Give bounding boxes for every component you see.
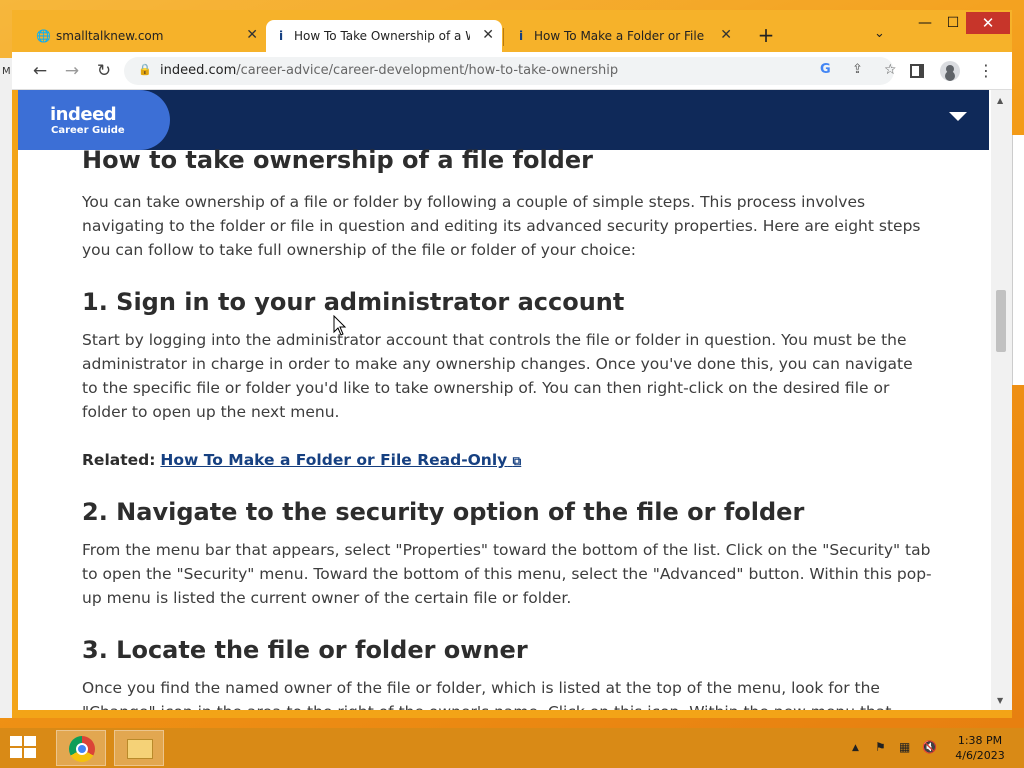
chevron-down-icon[interactable]: ⌄ bbox=[874, 26, 885, 41]
profile-avatar-icon[interactable] bbox=[940, 61, 960, 81]
intro-paragraph: You can take ownership of a file or fold… bbox=[82, 193, 921, 259]
site-header: indeed Career Guide bbox=[18, 90, 989, 150]
forward-arrow-icon[interactable]: → bbox=[61, 60, 83, 82]
lock-icon[interactable]: 🔒 bbox=[138, 63, 152, 76]
logo-wordmark: indeed bbox=[50, 104, 117, 125]
close-window-button[interactable]: ✕ bbox=[966, 12, 1010, 34]
tab-close-icon[interactable]: ✕ bbox=[246, 27, 258, 43]
step-paragraph: Start by logging into the administrator … bbox=[82, 331, 913, 421]
taskbar-chrome-button[interactable] bbox=[56, 730, 106, 766]
background-window-edge-right bbox=[1012, 135, 1024, 385]
background-window-text: M bbox=[2, 66, 11, 77]
step-heading: 2. Navigate to the security option of th… bbox=[82, 498, 805, 526]
tab-separator bbox=[503, 28, 504, 46]
step-paragraph: Once you find the named owner of the fil… bbox=[82, 679, 891, 710]
url-path: /career-advice/career-development/how-to… bbox=[236, 63, 619, 78]
browser-window: 🌐 smalltalknew.com ✕ ⅰ How To Take Owner… bbox=[12, 10, 1012, 718]
taskbar-file-explorer-button[interactable] bbox=[114, 730, 164, 766]
volume-muted-icon[interactable]: 🔇 bbox=[922, 740, 937, 754]
page-viewport: indeed Career Guide How to take ownershi… bbox=[18, 90, 1012, 710]
step-paragraph: From the menu bar that appears, select "… bbox=[82, 541, 932, 607]
reload-icon[interactable]: ↻ bbox=[93, 60, 115, 82]
clock-time: 1:38 PM bbox=[957, 734, 1003, 747]
indeed-icon: ⅰ bbox=[518, 29, 524, 43]
section-heading: How to take ownership of a file folder bbox=[82, 146, 593, 174]
more-menu-icon[interactable]: ⋮ bbox=[978, 61, 994, 80]
related-article-link[interactable]: How To Make a Folder or File Read-Only ⧉ bbox=[160, 451, 521, 469]
mouse-cursor-icon bbox=[333, 314, 347, 337]
tab-title: How To Make a Folder or File Rea bbox=[534, 29, 708, 43]
taskbar: ▲ ⚑ ▦ 🔇 1:38 PM 4/6/2023 bbox=[0, 728, 1024, 768]
tab-title: smalltalknew.com bbox=[56, 29, 164, 43]
step-heading: 3. Locate the file or folder owner bbox=[82, 636, 528, 664]
address-bar[interactable]: 🔒 indeed.com/career-advice/career-develo… bbox=[124, 57, 897, 85]
scroll-up-icon[interactable]: ▲ bbox=[997, 96, 1003, 105]
tab-close-icon[interactable]: ✕ bbox=[482, 27, 494, 43]
share-icon[interactable]: ⇪ bbox=[852, 62, 863, 77]
new-tab-button[interactable]: + bbox=[754, 24, 778, 48]
back-arrow-icon[interactable]: ← bbox=[29, 60, 51, 82]
related-label: Related: bbox=[82, 451, 156, 469]
clock-date: 4/6/2023 bbox=[955, 749, 1005, 762]
related-link-row: Related: How To Make a Folder or File Re… bbox=[82, 448, 521, 473]
system-clock[interactable]: 1:38 PM 4/6/2023 bbox=[950, 733, 1010, 763]
network-icon[interactable]: ▦ bbox=[899, 740, 910, 754]
indeed-icon: ⅰ bbox=[278, 29, 284, 43]
tab-make-folder-read-only[interactable]: ⅰ How To Make a Folder or File Rea ✕ bbox=[506, 20, 740, 52]
google-icon[interactable]: G bbox=[820, 62, 831, 77]
url-host: indeed.com bbox=[160, 63, 237, 78]
browser-toolbar: ← → ↻ 🔒 indeed.com/career-advice/career-… bbox=[12, 52, 1012, 90]
show-hidden-icons-icon[interactable]: ▲ bbox=[852, 743, 859, 753]
scrollbar-thumb[interactable] bbox=[996, 290, 1006, 352]
step-heading: 1. Sign in to your administrator account bbox=[82, 288, 625, 316]
scroll-down-icon[interactable]: ▼ bbox=[997, 696, 1003, 705]
side-panel-icon[interactable] bbox=[910, 64, 924, 78]
tab-title: How To Take Ownership of a Win bbox=[294, 29, 470, 43]
minimize-button[interactable]: — bbox=[910, 12, 940, 34]
logo-subtitle: Career Guide bbox=[51, 125, 125, 136]
related-link-text: How To Make a Folder or File Read-Only bbox=[160, 451, 508, 469]
page-scrollbar[interactable]: ▲ ▼ bbox=[991, 90, 1012, 710]
external-link-icon: ⧉ bbox=[512, 454, 522, 468]
bookmark-star-icon[interactable]: ☆ bbox=[884, 62, 897, 78]
action-center-flag-icon[interactable]: ⚑ bbox=[875, 740, 886, 754]
indeed-logo[interactable]: indeed Career Guide bbox=[18, 90, 170, 150]
folder-icon bbox=[127, 739, 153, 759]
windows-start-icon[interactable] bbox=[10, 736, 38, 760]
globe-icon: 🌐 bbox=[36, 29, 51, 43]
tab-close-icon[interactable]: ✕ bbox=[720, 27, 732, 43]
tab-strip: 🌐 smalltalknew.com ✕ ⅰ How To Take Owner… bbox=[12, 10, 1012, 52]
chrome-icon bbox=[69, 736, 95, 762]
caret-down-icon[interactable] bbox=[949, 112, 967, 121]
tab-smalltalknew[interactable]: 🌐 smalltalknew.com ✕ bbox=[28, 20, 266, 52]
tab-take-ownership[interactable]: ⅰ How To Take Ownership of a Win ✕ bbox=[266, 20, 502, 52]
maximize-button[interactable]: ☐ bbox=[938, 12, 968, 34]
url-text[interactable]: indeed.com/career-advice/career-developm… bbox=[160, 63, 618, 78]
